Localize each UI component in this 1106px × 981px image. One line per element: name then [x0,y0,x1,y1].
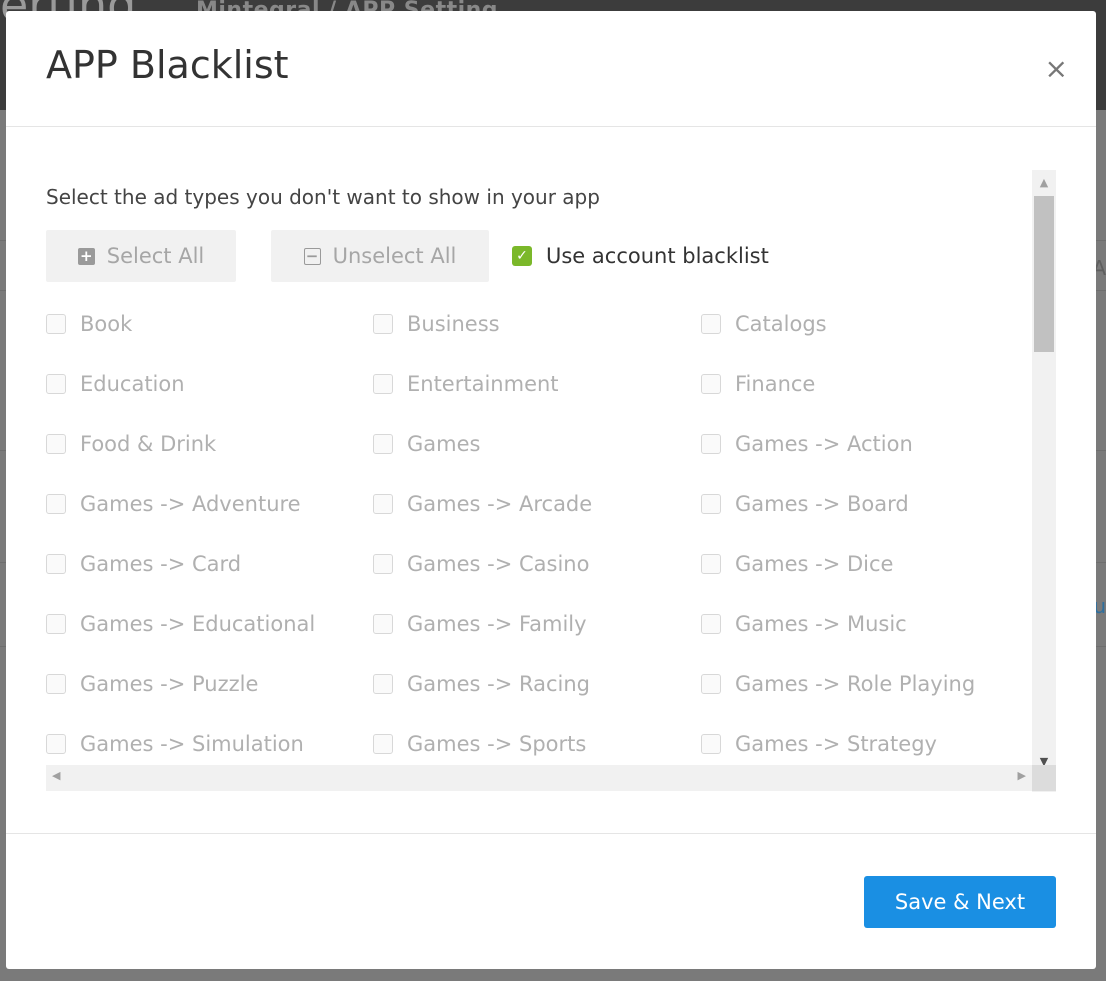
category-label: Games -> Role Playing [735,672,976,696]
unselect-all-label: Unselect All [332,244,457,268]
checkbox[interactable] [373,314,393,334]
save-and-next-button[interactable]: Save & Next [864,876,1056,928]
category-label: Games -> Arcade [407,492,593,516]
checkbox[interactable] [701,614,721,634]
category-item[interactable]: Business [373,312,500,336]
category-item[interactable]: Games -> Adventure [46,492,301,516]
checkbox[interactable] [373,494,393,514]
checkbox[interactable] [701,674,721,694]
modal-header: APP Blacklist × [6,11,1096,127]
category-item[interactable]: Games -> Puzzle [46,672,258,696]
checkbox[interactable] [701,554,721,574]
category-item[interactable]: Food & Drink [46,432,216,456]
category-label: Food & Drink [80,432,217,456]
category-item[interactable]: Games -> Simulation [46,732,304,756]
category-label: Games -> Puzzle [80,672,259,696]
select-all-button[interactable]: + Select All [46,230,236,282]
vertical-scrollbar[interactable]: ▲ ▼ [1032,170,1056,792]
category-item[interactable]: Games -> Strategy [701,732,937,756]
checkbox[interactable] [46,554,66,574]
category-label: Finance [735,372,816,396]
category-label: Education [80,372,185,396]
select-all-label: Select All [106,244,205,268]
category-label: Games -> Simulation [80,732,304,756]
scroll-right-arrow-icon[interactable]: ▶ [1018,769,1026,782]
horizontal-scrollbar[interactable]: ◀ ▶ [46,765,1032,791]
app-blacklist-modal: APP Blacklist × Select the ad types you … [6,11,1096,969]
checkbox[interactable] [373,674,393,694]
category-item[interactable]: Catalogs [701,312,827,336]
category-label: Games -> Adventure [80,492,301,516]
category-label: Catalogs [735,312,827,336]
category-label: Games -> Family [407,612,587,636]
category-label: Games -> Racing [407,672,591,696]
category-label: Games -> Card [80,552,242,576]
checkbox[interactable] [701,734,721,754]
category-item[interactable]: Games -> Role Playing [701,672,975,696]
checkbox[interactable] [373,734,393,754]
scroll-up-arrow-icon[interactable]: ▲ [1032,176,1056,189]
category-label: Book [80,312,133,336]
category-label: Business [407,312,500,336]
modal-title: APP Blacklist [46,43,289,87]
category-item[interactable]: Book [46,312,132,336]
checkbox[interactable] [373,374,393,394]
checkbox[interactable] [46,674,66,694]
use-account-blacklist-label: Use account blacklist [546,244,769,268]
checkbox[interactable] [46,494,66,514]
instruction-text: Select the ad types you don't want to sh… [46,185,600,209]
scroll-left-arrow-icon[interactable]: ◀ [52,769,60,782]
checkbox[interactable] [373,434,393,454]
category-label: Games -> Casino [407,552,590,576]
category-item[interactable]: Games -> Card [46,552,241,576]
category-item[interactable]: Games [373,432,480,456]
category-item[interactable]: Games -> Music [701,612,907,636]
category-item[interactable]: Games -> Sports [373,732,586,756]
modal-footer: Save & Next [6,835,1096,969]
checkbox[interactable] [701,374,721,394]
checkbox[interactable] [373,554,393,574]
minus-square-icon: − [303,247,321,265]
checkbox[interactable] [46,314,66,334]
checkbox[interactable] [46,614,66,634]
category-item[interactable]: Games -> Family [373,612,587,636]
checkmark-icon[interactable]: ✓ [512,246,532,266]
category-label: Games [407,432,481,456]
checkbox[interactable] [701,494,721,514]
category-item[interactable]: Finance [701,372,815,396]
category-label: Games -> Board [735,492,909,516]
checkbox[interactable] [46,434,66,454]
category-item[interactable]: Games -> Educational [46,612,315,636]
plus-square-icon: + [77,247,95,265]
category-item[interactable]: Entertainment [373,372,559,396]
blacklist-scroll-area[interactable]: Select the ad types you don't want to sh… [46,170,1056,792]
unselect-all-button[interactable]: − Unselect All [271,230,489,282]
category-label: Games -> Music [735,612,907,636]
use-account-blacklist-checkbox[interactable]: ✓ Use account blacklist [512,244,769,268]
category-label: Entertainment [407,372,559,396]
category-label: Games -> Educational [80,612,316,636]
checkbox[interactable] [701,434,721,454]
category-item[interactable]: Games -> Board [701,492,909,516]
category-label: Games -> Sports [407,732,587,756]
category-label: Games -> Dice [735,552,894,576]
modal-body: Select the ad types you don't want to sh… [6,128,1096,834]
category-item[interactable]: Education [46,372,185,396]
checkbox[interactable] [46,374,66,394]
category-label: Games -> Strategy [735,732,937,756]
checkbox[interactable] [373,614,393,634]
category-item[interactable]: Games -> Racing [373,672,590,696]
vertical-scrollbar-thumb[interactable] [1034,196,1054,352]
category-label: Games -> Action [735,432,913,456]
scrollbar-corner [1032,765,1056,791]
category-item[interactable]: Games -> Action [701,432,913,456]
close-icon[interactable]: × [1045,55,1068,83]
checkbox[interactable] [701,314,721,334]
checkbox[interactable] [46,734,66,754]
category-item[interactable]: Games -> Arcade [373,492,592,516]
category-item[interactable]: Games -> Dice [701,552,893,576]
category-item[interactable]: Games -> Casino [373,552,589,576]
